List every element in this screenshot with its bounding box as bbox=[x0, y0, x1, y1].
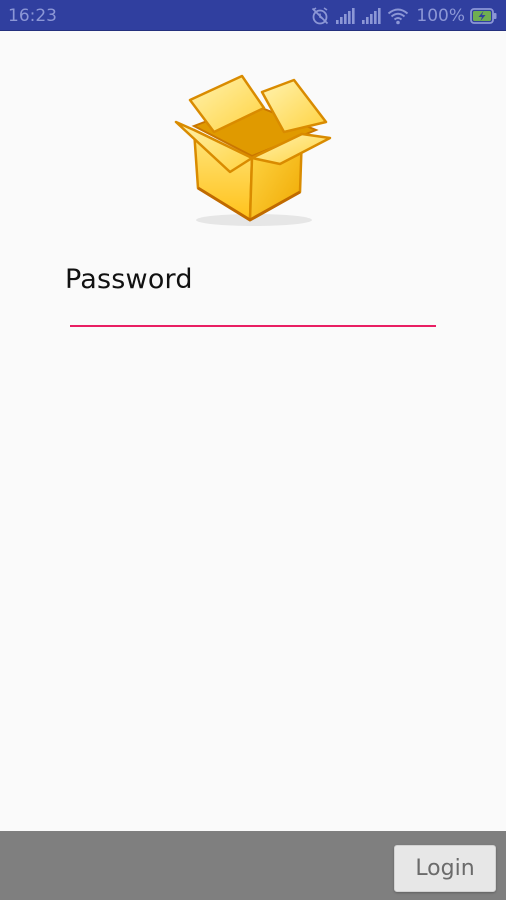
status-bar: 16:23 100% bbox=[0, 0, 506, 31]
battery-percentage: 100% bbox=[416, 6, 465, 26]
signal-icon bbox=[336, 8, 355, 24]
password-label: Password bbox=[65, 264, 193, 295]
login-button[interactable]: Login bbox=[394, 845, 496, 892]
wifi-icon bbox=[388, 8, 409, 25]
login-screen: Password bbox=[0, 31, 506, 831]
signal-icon bbox=[362, 8, 381, 24]
password-input[interactable] bbox=[70, 301, 436, 327]
battery-charging-icon bbox=[470, 8, 497, 24]
alarm-off-icon bbox=[312, 7, 329, 25]
status-time: 16:23 bbox=[8, 6, 57, 26]
open-box-icon bbox=[174, 74, 332, 226]
status-icons: 100% bbox=[310, 5, 498, 27]
bottom-bar: Login bbox=[0, 831, 506, 900]
